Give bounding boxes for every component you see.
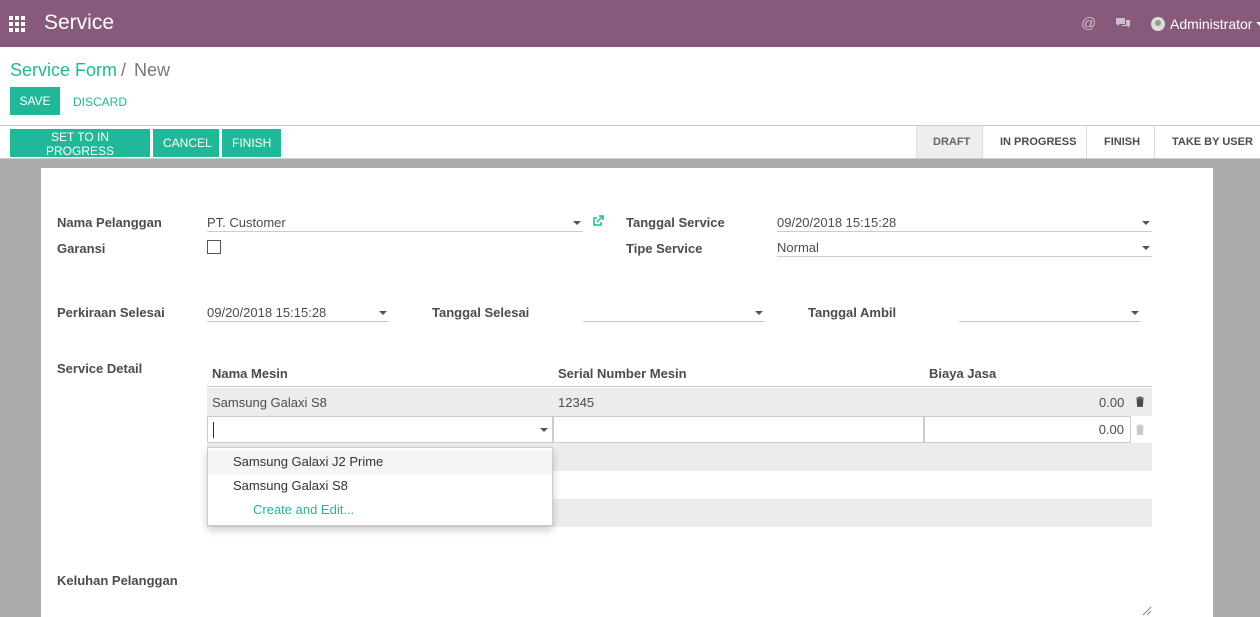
dropdown-option[interactable]: Samsung Galaxi S8 bbox=[208, 474, 552, 498]
chevron-down-icon[interactable] bbox=[540, 428, 548, 432]
tipe-service-label: Tipe Service bbox=[626, 241, 703, 256]
tanggal-service-label: Tanggal Service bbox=[626, 215, 725, 230]
breadcrumb: Service Form / New bbox=[10, 60, 170, 81]
service-detail-label: Service Detail bbox=[57, 361, 143, 376]
perkiraan-selesai-field[interactable]: 09/20/2018 15:15:28 bbox=[207, 303, 389, 322]
chevron-down-icon[interactable] bbox=[1142, 246, 1150, 250]
user-name: Administrator bbox=[1170, 16, 1253, 32]
column-header-nama-mesin[interactable]: Nama Mesin bbox=[212, 366, 288, 381]
set-in-progress-button[interactable]: Set To In Progress bbox=[10, 129, 150, 158]
cancel-button[interactable]: Cancel bbox=[153, 129, 219, 157]
tanggal-selesai-label: Tanggal Selesai bbox=[432, 305, 530, 320]
column-header-biaya[interactable]: Biaya Jasa bbox=[929, 366, 996, 381]
tanggal-selesai-field[interactable] bbox=[583, 303, 765, 322]
external-link-icon[interactable] bbox=[592, 215, 604, 227]
create-and-edit-option[interactable]: Create and Edit... bbox=[208, 498, 552, 522]
stage-draft[interactable]: Draft bbox=[916, 126, 982, 158]
user-menu[interactable]: Administrator bbox=[1151, 16, 1260, 32]
column-header-serial[interactable]: Serial Number Mesin bbox=[558, 366, 687, 381]
biaya-input[interactable]: 0.00 bbox=[924, 416, 1131, 443]
save-button[interactable]: Save bbox=[10, 87, 60, 115]
tipe-service-value: Normal bbox=[777, 240, 819, 255]
perkiraan-selesai-label: Perkiraan Selesai bbox=[57, 305, 165, 320]
discard-button[interactable]: Discard bbox=[73, 95, 127, 109]
stage-pipeline: Draft In Progress Finish Take By User bbox=[916, 126, 1260, 158]
garansi-checkbox[interactable] bbox=[207, 240, 221, 254]
table-header-divider bbox=[207, 386, 1152, 387]
chevron-down-icon[interactable] bbox=[755, 311, 763, 315]
chat-icon[interactable] bbox=[1115, 17, 1131, 29]
stage-finish[interactable]: Finish bbox=[1086, 126, 1154, 158]
tanggal-ambil-field[interactable] bbox=[959, 303, 1141, 322]
nama-pelanggan-label: Nama Pelanggan bbox=[57, 215, 162, 230]
tanggal-service-field[interactable]: 09/20/2018 15:15:28 bbox=[777, 213, 1152, 232]
keluhan-pelanggan-label: Keluhan Pelanggan bbox=[57, 573, 178, 588]
finish-button[interactable]: Finish bbox=[222, 129, 281, 157]
chevron-down-icon[interactable] bbox=[573, 221, 581, 225]
nama-mesin-input[interactable] bbox=[207, 416, 553, 443]
breadcrumb-current: New bbox=[134, 60, 171, 80]
cell-biaya: 0.00 bbox=[1099, 395, 1125, 410]
top-navbar: Service @ Administrator bbox=[0, 0, 1260, 47]
dropdown-option[interactable]: Samsung Galaxi J2 Prime bbox=[208, 450, 552, 474]
tipe-service-select[interactable]: Normal bbox=[777, 238, 1152, 257]
apps-menu-icon[interactable] bbox=[9, 16, 25, 32]
nama-pelanggan-field[interactable]: PT. Customer bbox=[207, 213, 583, 232]
avatar bbox=[1151, 17, 1165, 31]
resize-handle-icon[interactable] bbox=[1142, 606, 1152, 616]
trash-icon[interactable] bbox=[1135, 424, 1145, 435]
status-bar: Set To In Progress Cancel Finish Draft I… bbox=[0, 125, 1260, 159]
app-title[interactable]: Service bbox=[44, 11, 114, 35]
status-actions: Set To In Progress Cancel Finish bbox=[10, 129, 281, 158]
autocomplete-dropdown: Samsung Galaxi J2 Prime Samsung Galaxi S… bbox=[207, 447, 553, 526]
table-row[interactable]: Samsung Galaxi S8 12345 0.00 bbox=[207, 388, 1152, 416]
mention-icon[interactable]: @ bbox=[1081, 15, 1096, 32]
perkiraan-selesai-value: 09/20/2018 15:15:28 bbox=[207, 305, 327, 320]
trash-icon[interactable] bbox=[1135, 396, 1145, 407]
breadcrumb-separator: / bbox=[121, 60, 127, 80]
chevron-down-icon[interactable] bbox=[1142, 221, 1150, 225]
stage-take-by-user[interactable]: Take By User bbox=[1154, 126, 1260, 158]
garansi-label: Garansi bbox=[57, 241, 106, 256]
cell-serial: 12345 bbox=[558, 395, 595, 410]
stage-in-progress[interactable]: In Progress bbox=[982, 126, 1086, 158]
cell-nama-mesin: Samsung Galaxi S8 bbox=[212, 395, 327, 410]
tanggal-ambil-label: Tanggal Ambil bbox=[808, 305, 897, 320]
serial-input[interactable] bbox=[553, 416, 924, 443]
chevron-down-icon[interactable] bbox=[1131, 311, 1139, 315]
chevron-down-icon[interactable] bbox=[379, 311, 387, 315]
nama-pelanggan-value: PT. Customer bbox=[207, 215, 286, 230]
text-cursor bbox=[213, 422, 214, 438]
chevron-down-icon bbox=[1256, 22, 1260, 26]
breadcrumb-parent[interactable]: Service Form bbox=[10, 60, 117, 80]
biaya-input-value: 0.00 bbox=[1098, 422, 1124, 437]
tanggal-service-value: 09/20/2018 15:15:28 bbox=[777, 215, 897, 230]
